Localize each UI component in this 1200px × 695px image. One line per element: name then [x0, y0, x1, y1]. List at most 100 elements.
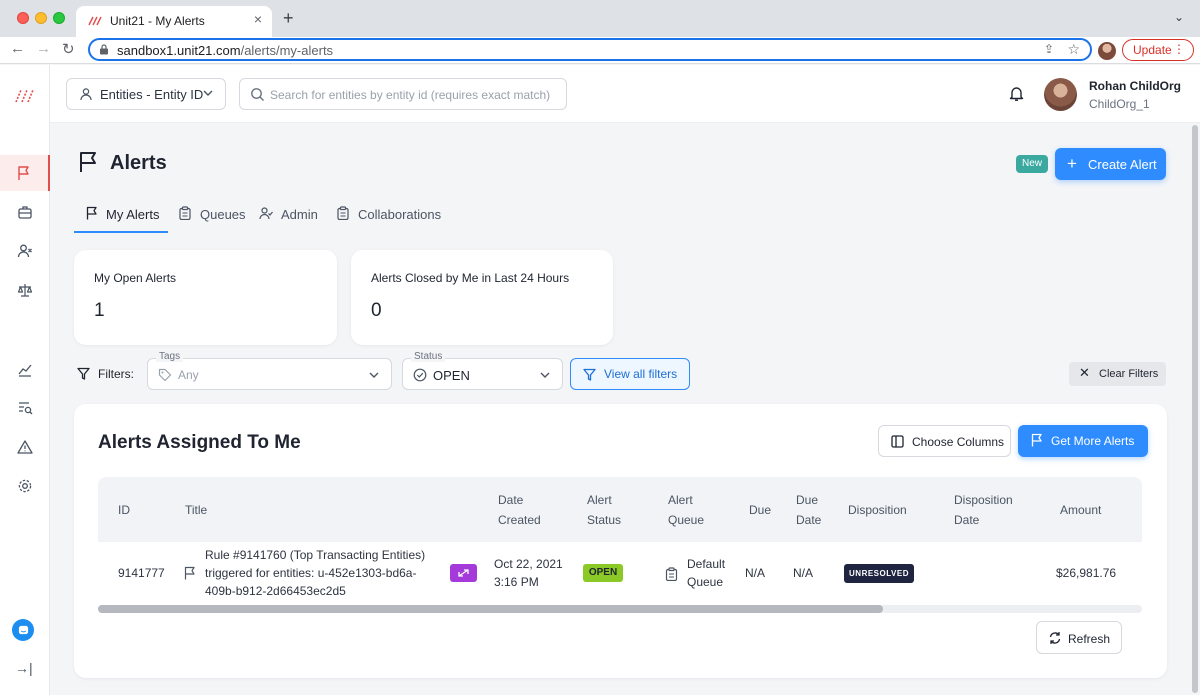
- get-more-alerts-button[interactable]: Get More Alerts: [1018, 425, 1148, 457]
- due-value: N/A: [745, 566, 766, 580]
- browser-tab-title: Unit21 - My Alerts: [110, 14, 205, 28]
- plus-icon: +: [1067, 154, 1077, 173]
- column-header-title[interactable]: Title: [185, 500, 207, 520]
- tab-search-chevron-icon[interactable]: ⌄: [1174, 10, 1184, 24]
- entity-search-box[interactable]: [239, 78, 567, 110]
- column-header-disposition-date[interactable]: Disposition Date: [954, 490, 1013, 530]
- status-legend: Status: [411, 351, 446, 362]
- sidebar-item-entities[interactable]: [0, 233, 50, 269]
- column-header-date-created[interactable]: Date Created: [498, 490, 541, 530]
- tab-collaborations[interactable]: Collaborations: [336, 200, 446, 233]
- queue-name-line2[interactable]: Queue: [687, 573, 723, 591]
- link-arrows-icon: [458, 569, 469, 577]
- view-all-filters-button[interactable]: View all filters: [570, 358, 690, 390]
- tab-close-icon[interactable]: ×: [254, 11, 262, 27]
- column-header-alert-queue[interactable]: Alert Queue: [668, 490, 704, 530]
- entity-type-select[interactable]: Entities - Entity ID: [66, 78, 226, 110]
- sidebar-item-risk[interactable]: [0, 429, 50, 465]
- sidebar-item-search[interactable]: [0, 390, 50, 426]
- window-zoom-button[interactable]: [53, 12, 65, 24]
- status-filter-select[interactable]: Status OPEN: [402, 351, 563, 390]
- tags-value: Any: [178, 368, 199, 382]
- scrollbar-thumb[interactable]: [98, 605, 883, 613]
- stat-label: My Open Alerts: [94, 271, 177, 285]
- collapse-sidebar-icon[interactable]: →|: [15, 660, 33, 676]
- notification-bell-icon[interactable]: [1009, 85, 1024, 102]
- user-avatar[interactable]: [1044, 78, 1077, 111]
- stat-value: 0: [371, 300, 382, 321]
- back-arrow-icon[interactable]: ←: [10, 40, 25, 57]
- tab-label: Queues: [200, 207, 246, 222]
- status-value: OPEN: [433, 368, 470, 383]
- alert-title[interactable]: Rule #9141760 (Top Transacting Entities)…: [205, 546, 435, 600]
- horizontal-scrollbar[interactable]: [98, 605, 1142, 613]
- column-header-alert-status[interactable]: Alert Status: [587, 490, 621, 530]
- browser-tab-bar: Unit21 - My Alerts × + ⌄: [0, 0, 1200, 37]
- table-header: ID Title Date Created Alert Status Alert…: [98, 477, 1142, 542]
- column-header-due[interactable]: Due: [749, 500, 771, 520]
- alert-id[interactable]: 9141777: [118, 564, 165, 582]
- stat-card-open-alerts: My Open Alerts 1: [74, 250, 337, 345]
- linked-alerts-badge[interactable]: [450, 564, 477, 582]
- browser-update-button[interactable]: Update ⋮: [1122, 39, 1194, 61]
- chart-line-icon: [18, 364, 32, 377]
- create-alert-button[interactable]: + Create Alert: [1055, 148, 1166, 180]
- clear-filters-button[interactable]: ✕ Clear Filters: [1069, 362, 1166, 386]
- briefcase-icon: [18, 206, 32, 219]
- reload-icon[interactable]: ↻: [62, 40, 75, 58]
- stat-label: Alerts Closed by Me in Last 24 Hours: [371, 271, 570, 285]
- column-header-amount[interactable]: Amount: [1060, 500, 1101, 520]
- new-badge: New: [1016, 155, 1048, 173]
- unit21-logo-icon[interactable]: [14, 87, 36, 105]
- column-header-disposition[interactable]: Disposition: [848, 500, 907, 520]
- chevron-down-icon: [203, 90, 213, 96]
- tab-admin[interactable]: Admin: [259, 200, 319, 233]
- browser-profile-avatar[interactable]: [1098, 42, 1116, 60]
- filter-icon: [77, 367, 90, 380]
- sidebar-item-alerts[interactable]: [0, 155, 50, 191]
- refresh-button[interactable]: Refresh: [1036, 621, 1122, 654]
- sidebar-item-rules[interactable]: [0, 272, 50, 308]
- flag-icon: [1031, 433, 1042, 447]
- tab-my-alerts[interactable]: My Alerts: [74, 200, 168, 233]
- choose-columns-button[interactable]: Choose Columns: [878, 425, 1011, 457]
- share-icon[interactable]: ⇪: [1044, 42, 1054, 56]
- browser-tab[interactable]: Unit21 - My Alerts ×: [76, 6, 272, 37]
- new-tab-icon[interactable]: +: [283, 8, 294, 29]
- tags-filter-select[interactable]: Tags Any: [147, 351, 392, 390]
- due-date-value: N/A: [793, 566, 814, 580]
- address-bar[interactable]: sandbox1.unit21.com/alerts/my-alerts ⇪ ☆: [88, 38, 1092, 61]
- page-vertical-scrollbar[interactable]: [1190, 123, 1200, 695]
- warning-icon: [17, 440, 33, 454]
- create-alert-label: Create Alert: [1088, 157, 1157, 172]
- table-row[interactable]: 9141777 Rule #9141760 (Top Transacting E…: [98, 542, 1142, 604]
- search-input[interactable]: [270, 85, 560, 105]
- sidebar-item-cases[interactable]: [0, 194, 50, 230]
- flag-icon: [184, 566, 195, 580]
- choose-columns-label: Choose Columns: [912, 435, 1005, 449]
- status-badge: OPEN: [583, 564, 623, 582]
- forward-arrow-icon[interactable]: →: [36, 40, 51, 57]
- stat-card-closed-alerts: Alerts Closed by Me in Last 24 Hours 0: [351, 250, 613, 345]
- scrollbar-thumb[interactable]: [1192, 125, 1198, 693]
- entity-select-label: Entities - Entity ID: [100, 87, 204, 102]
- queue-name-line1[interactable]: Default: [687, 555, 725, 573]
- app-sidebar: →|: [0, 65, 50, 695]
- url-domain: sandbox1.unit21.com: [117, 43, 241, 58]
- browser-toolbar: ← → ↻ sandbox1.unit21.com/alerts/my-aler…: [0, 37, 1200, 64]
- window-close-button[interactable]: [17, 12, 29, 24]
- sidebar-item-dashboards[interactable]: [0, 351, 50, 387]
- tab-queues[interactable]: Queues: [178, 200, 248, 233]
- refresh-icon: [1049, 632, 1061, 644]
- view-all-filters-label: View all filters: [604, 367, 678, 381]
- clipboard-icon: [179, 206, 191, 220]
- column-header-id[interactable]: ID: [118, 500, 130, 520]
- sidebar-item-settings[interactable]: [0, 468, 50, 504]
- columns-icon: [891, 435, 904, 448]
- bookmark-star-icon[interactable]: ☆: [1067, 41, 1080, 58]
- chat-icon: [18, 625, 28, 634]
- support-chat-button[interactable]: [12, 619, 34, 641]
- window-minimize-button[interactable]: [35, 12, 47, 24]
- disposition-badge: UNRESOLVED: [844, 564, 914, 583]
- column-header-due-date[interactable]: Due Date: [796, 490, 821, 530]
